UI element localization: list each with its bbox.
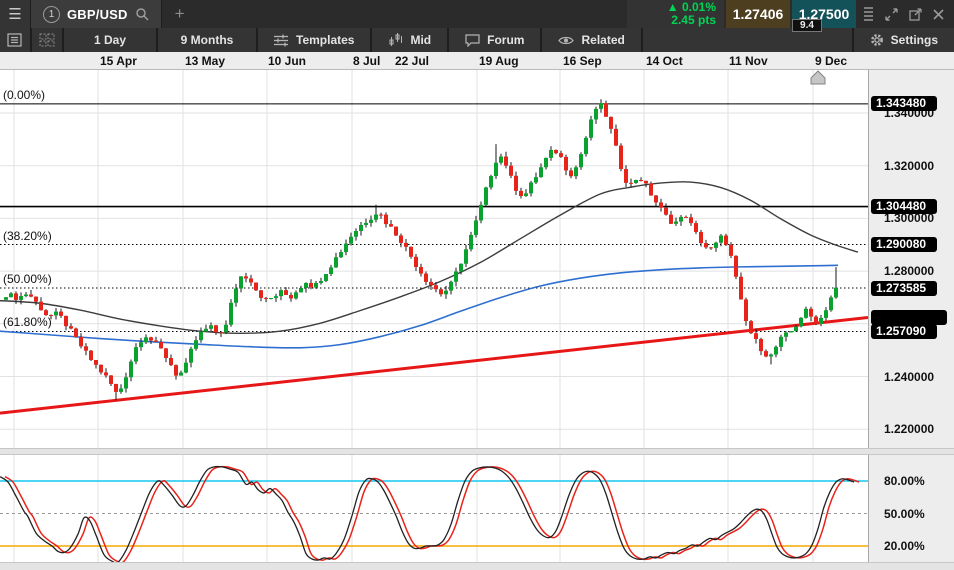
panel-resize-handle[interactable] <box>0 448 954 455</box>
price-badge: 1.273585 <box>871 281 937 296</box>
x-axis-label: 15 Apr <box>100 54 137 68</box>
speech-bubble-icon <box>465 34 480 47</box>
x-axis-label: 22 Jul <box>395 54 429 68</box>
layout-grid-button[interactable] <box>32 28 62 52</box>
x-axis[interactable]: 15 Apr 13 May 10 Jun 8 Jul 22 Jul 19 Aug 16 Se… <box>0 52 954 70</box>
price-badge: 1.290080 <box>871 237 937 252</box>
ma-fast-line <box>0 182 858 334</box>
horizontal-scrollbar[interactable] <box>0 562 954 570</box>
fib-level-label: (61.80%) <box>3 315 52 329</box>
trading-platform-window: ☰ 1 GBP/USD + ▲ 0.01% 2.45 pts 1.27406 1… <box>0 0 954 570</box>
sell-price-button[interactable]: 1.27406 <box>726 0 790 28</box>
popout-window-icon[interactable] <box>909 8 922 21</box>
topbar-spacer <box>198 0 627 28</box>
chart-tab-gbpusd[interactable]: 1 GBP/USD <box>31 0 162 28</box>
candlestick-icon <box>388 33 403 47</box>
price-axis-label: 1.220000 <box>884 422 934 436</box>
candles <box>4 99 838 400</box>
fullscreen-icon[interactable] <box>885 8 898 21</box>
stochastic-axis-label: 50.00% <box>884 507 925 521</box>
x-axis-label: 19 Aug <box>479 54 519 68</box>
price-badge: 1.304480 <box>871 199 937 214</box>
fib-level-label: (38.20%) <box>3 229 52 243</box>
window-controls <box>856 0 954 28</box>
related-button[interactable]: Related <box>542 28 640 52</box>
spread-badge: 9.4 <box>792 19 822 32</box>
search-icon[interactable] <box>135 7 149 21</box>
gear-icon <box>870 33 884 47</box>
settings-button[interactable]: Settings <box>854 28 954 52</box>
price-axis-label: 1.240000 <box>884 370 934 384</box>
stochastic-chart-area[interactable] <box>0 455 868 562</box>
symbol-label: GBP/USD <box>67 7 128 22</box>
hamburger-icon: ☰ <box>8 5 21 23</box>
up-arrow-icon: ▲ <box>667 0 679 14</box>
fib-level-label: (0.00%) <box>3 88 45 102</box>
change-points: 2.45 pts <box>671 14 716 27</box>
eye-icon <box>558 35 574 46</box>
range-button[interactable]: 9 Months <box>158 28 256 52</box>
tab-number-badge: 1 <box>43 6 60 23</box>
price-axis[interactable]: 1.3400001.3200001.3000001.2800001.260000… <box>868 70 954 448</box>
price-badge: 1.343480 <box>871 96 937 111</box>
fib-level-label: (50.00%) <box>3 272 52 286</box>
close-icon[interactable] <box>933 9 944 20</box>
legend-button[interactable] <box>0 28 30 52</box>
interval-button[interactable]: 1 Day <box>64 28 156 52</box>
x-axis-label: 13 May <box>185 54 225 68</box>
x-axis-label: 14 Oct <box>646 54 683 68</box>
templates-button[interactable]: Templates <box>258 28 370 52</box>
price-axis-label: 1.320000 <box>884 159 934 173</box>
legend-icon <box>7 33 23 47</box>
sliders-icon <box>274 34 289 47</box>
top-bar: ☰ 1 GBP/USD + ▲ 0.01% 2.45 pts 1.27406 1… <box>0 0 954 28</box>
depth-ladder-icon[interactable] <box>864 6 874 22</box>
grid-layout-icon <box>39 33 55 47</box>
x-axis-label: 11 Nov <box>729 54 768 68</box>
forum-button[interactable]: Forum <box>449 28 540 52</box>
stochastic-axis[interactable]: 80.00% 50.00% 20.00% <box>868 455 954 562</box>
x-axis-label: 16 Sep <box>563 54 602 68</box>
x-axis-label: 10 Jun <box>268 54 306 68</box>
stochastic-axis-label: 20.00% <box>884 539 925 553</box>
x-axis-label: 8 Jul <box>353 54 380 68</box>
x-axis-label: 9 Dec <box>815 54 847 68</box>
price-axis-label: 1.280000 <box>884 264 934 278</box>
price-change-block: ▲ 0.01% 2.45 pts <box>627 0 724 28</box>
price-badge <box>871 310 947 325</box>
add-tab-button[interactable]: + <box>162 0 198 28</box>
price-type-button[interactable]: Mid <box>372 28 447 52</box>
price-chart-area[interactable]: (0.00%) (38.20%) (50.00%) (61.80%) <box>0 70 868 448</box>
main-menu-button[interactable]: ☰ <box>0 0 31 28</box>
stochastic-axis-label: 80.00% <box>884 474 925 488</box>
price-badge: 1.257090 <box>871 324 937 339</box>
